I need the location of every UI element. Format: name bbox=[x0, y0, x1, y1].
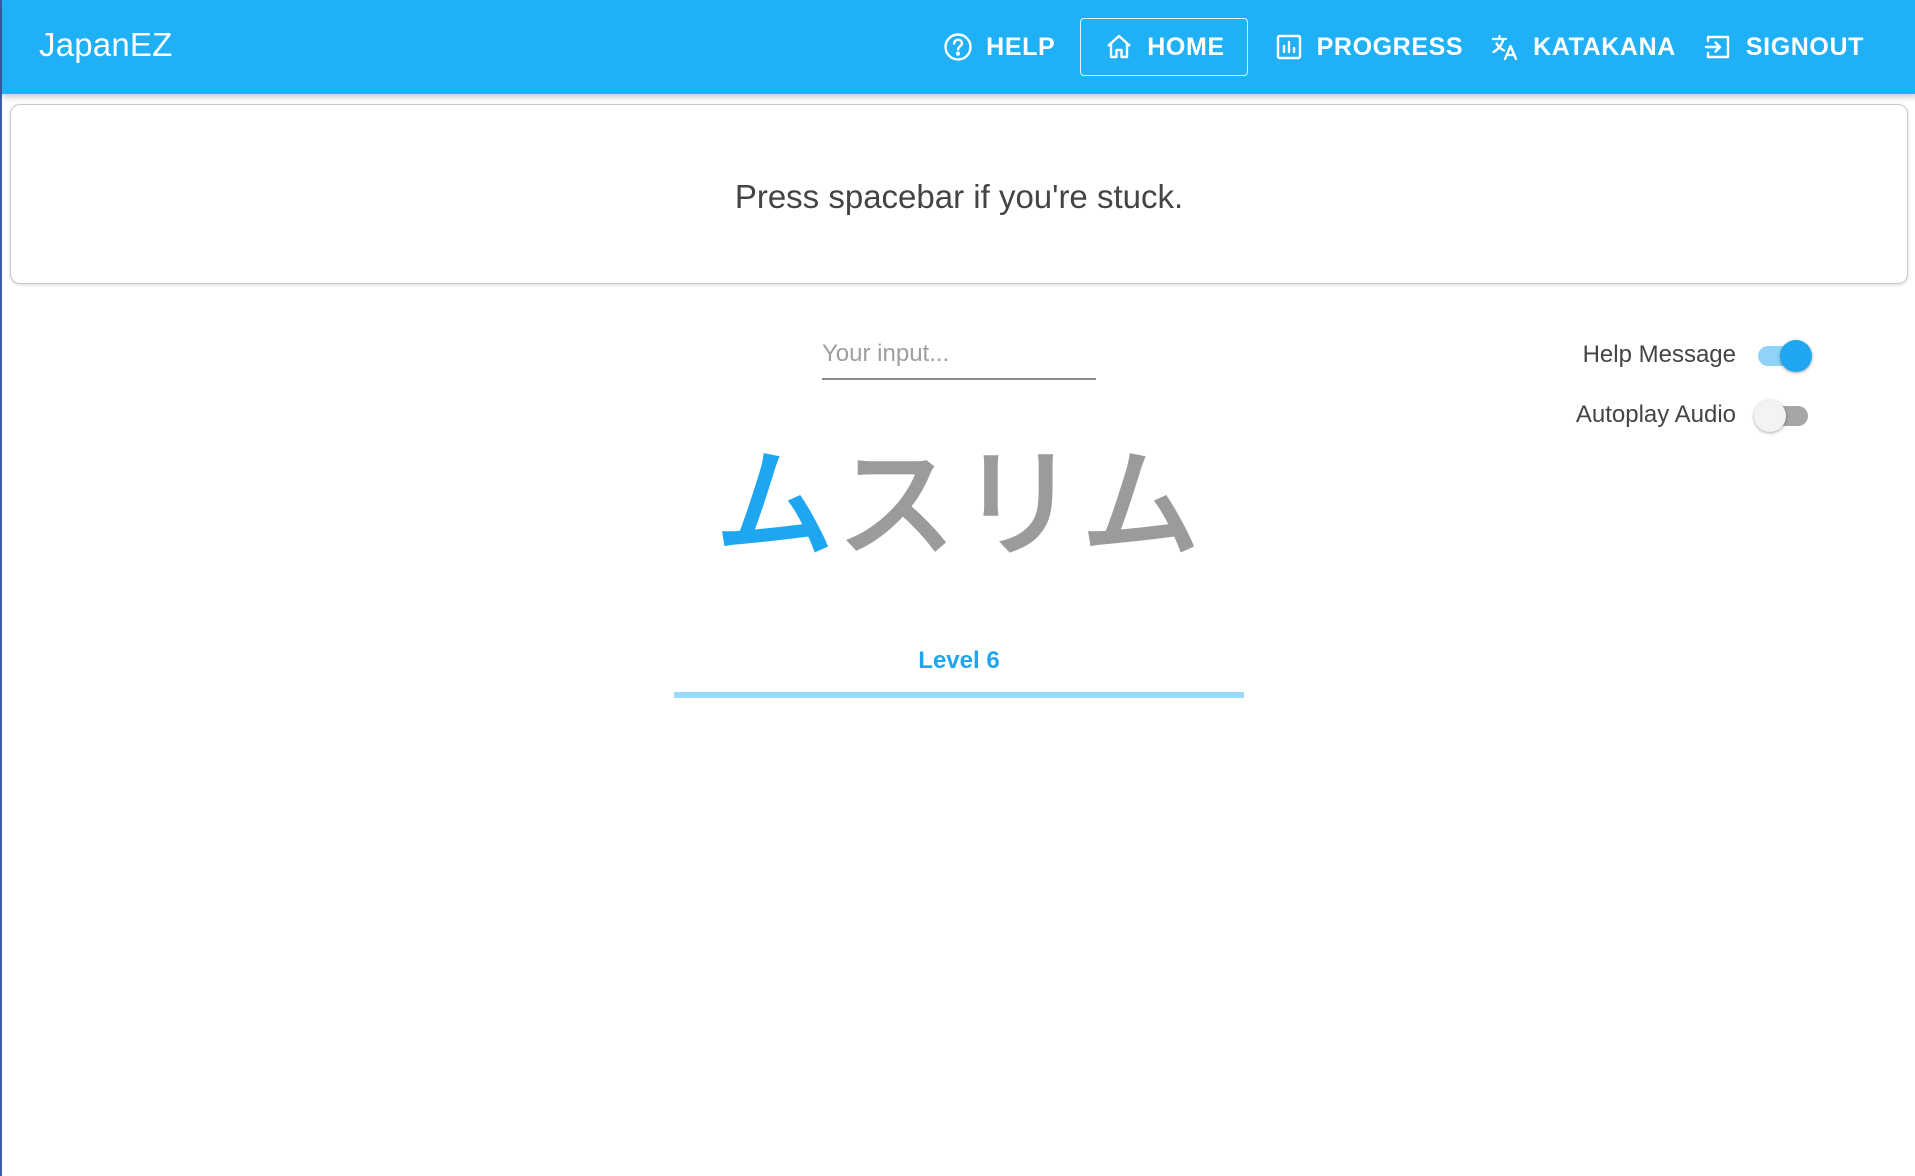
top-nav: HELP HOME PROGRESS KATAKANA SIGNOUT bbox=[929, 17, 1877, 77]
help-message-switch-thumb bbox=[1780, 340, 1812, 372]
nav-katakana-button[interactable]: KATAKANA bbox=[1476, 18, 1689, 76]
nav-help-button[interactable]: HELP bbox=[929, 18, 1068, 76]
word-character: ス bbox=[837, 436, 960, 574]
nav-progress-label: PROGRESS bbox=[1316, 32, 1464, 61]
translate-icon bbox=[1489, 31, 1521, 63]
autoplay-audio-switch[interactable] bbox=[1754, 398, 1810, 432]
bar-chart-icon bbox=[1273, 31, 1305, 63]
app-title[interactable]: JapanEZ bbox=[39, 26, 172, 64]
autoplay-audio-toggle-row: Autoplay Audio bbox=[1576, 398, 1810, 432]
page: JapanEZ HELP HOME PROGRESS KATAKANA SIGN… bbox=[0, 0, 1915, 1176]
answer-input[interactable] bbox=[822, 334, 1096, 374]
help-message-toggle-row: Help Message bbox=[1582, 338, 1812, 372]
katakana-word: ムスリム bbox=[2, 430, 1915, 580]
nav-katakana-label: KATAKANA bbox=[1533, 32, 1676, 61]
answer-input-wrapper bbox=[822, 334, 1096, 380]
app-bar: JapanEZ HELP HOME PROGRESS KATAKANA SIGN… bbox=[2, 0, 1915, 94]
sign-out-icon bbox=[1702, 31, 1734, 63]
nav-signout-label: SIGNOUT bbox=[1745, 32, 1864, 61]
autoplay-audio-switch-thumb bbox=[1754, 400, 1786, 432]
nav-home-label: HOME bbox=[1147, 32, 1225, 61]
help-circle-icon bbox=[942, 31, 974, 63]
nav-help-label: HELP bbox=[986, 32, 1056, 61]
level-indicator-bar bbox=[674, 692, 1244, 698]
nav-progress-button[interactable]: PROGRESS bbox=[1260, 18, 1477, 76]
nav-home-button[interactable]: HOME bbox=[1080, 18, 1248, 76]
word-character: ム bbox=[1081, 436, 1204, 574]
nav-signout-button[interactable]: SIGNOUT bbox=[1689, 18, 1877, 76]
level-label: Level 6 bbox=[918, 647, 1000, 674]
help-message-switch[interactable] bbox=[1754, 338, 1812, 372]
word-character: リ bbox=[959, 436, 1082, 574]
hint-message: Press spacebar if you're stuck. bbox=[734, 178, 1184, 215]
autoplay-audio-label: Autoplay Audio bbox=[1575, 401, 1736, 428]
level-tab[interactable]: Level 6 bbox=[674, 642, 1244, 698]
hint-card: Press spacebar if you're stuck. bbox=[10, 104, 1908, 284]
help-message-label: Help Message bbox=[1582, 341, 1736, 368]
home-icon bbox=[1103, 31, 1135, 63]
word-character: ム bbox=[715, 436, 838, 574]
